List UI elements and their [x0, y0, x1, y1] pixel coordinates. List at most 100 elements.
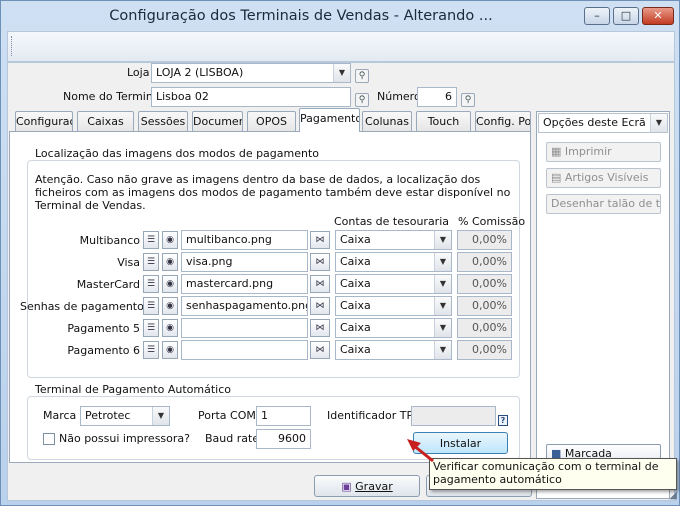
- comissao-field: 0,00%: [457, 340, 512, 360]
- numero-input[interactable]: 6: [417, 87, 457, 107]
- maximize-button[interactable]: □: [613, 7, 639, 25]
- tab-sessoes[interactable]: Sessões: [138, 111, 188, 131]
- conta-value: Caixa: [340, 277, 371, 290]
- list-icon[interactable]: ☰: [143, 253, 159, 271]
- chevron-down-icon[interactable]: ▼: [650, 114, 667, 132]
- camera-icon[interactable]: ◉: [162, 319, 178, 337]
- conta-combo[interactable]: Caixa ▼: [335, 274, 452, 294]
- tab-caixas[interactable]: Caixas: [77, 111, 134, 131]
- image-file-input[interactable]: visa.png: [181, 252, 308, 272]
- baud-rate-input[interactable]: 9600: [256, 429, 311, 449]
- image-file-input[interactable]: mastercard.png: [181, 274, 308, 294]
- image-file-input[interactable]: senhaspagamento.png: [181, 296, 308, 316]
- comissao-field: 0,00%: [457, 274, 512, 294]
- payment-label: MasterCard: [76, 278, 140, 291]
- tab-opos[interactable]: OPOS: [247, 111, 296, 131]
- list-icon[interactable]: ☰: [143, 297, 159, 315]
- tab-strip: Configuraç Caixas Sessões Documento OPOS…: [9, 108, 531, 133]
- chevron-down-icon[interactable]: ▼: [434, 253, 451, 271]
- pagamento-panel: Localização das imagens dos modos de pag…: [9, 131, 531, 463]
- bowtie-icon[interactable]: ⋈: [310, 275, 330, 293]
- nome-terminal-label: Nome do Terminal: [63, 90, 163, 103]
- toolbar: [7, 31, 675, 62]
- main-window: Configuração dos Terminais de Vendas - A…: [0, 0, 680, 506]
- bowtie-icon[interactable]: ⋈: [310, 341, 330, 359]
- image-file-input[interactable]: multibanco.png: [181, 230, 308, 250]
- list-icon[interactable]: ☰: [143, 319, 159, 337]
- tab-config-portas[interactable]: Config. Port: [475, 111, 531, 131]
- resize-grip-icon[interactable]: ◢: [663, 489, 677, 503]
- comissao-field: 0,00%: [457, 296, 512, 316]
- search-icon[interactable]: ⚲: [355, 93, 369, 107]
- list-icon[interactable]: ☰: [143, 231, 159, 249]
- numero-label: Número: [377, 90, 421, 103]
- camera-icon[interactable]: ◉: [162, 297, 178, 315]
- loja-label: Loja: [127, 66, 150, 79]
- payment-rows: Multibanco ☰ ◉ multibanco.png ⋈ Caixa ▼ 0…: [10, 230, 530, 362]
- conta-combo[interactable]: Caixa ▼: [335, 318, 452, 338]
- tab-pagamento[interactable]: Pagamento: [299, 108, 360, 132]
- chevron-down-icon[interactable]: ▼: [333, 64, 350, 82]
- conta-value: Caixa: [340, 343, 371, 356]
- conta-value: Caixa: [340, 321, 371, 334]
- bowtie-icon[interactable]: ⋈: [310, 319, 330, 337]
- artigos-visiveis-label: Artigos Visíveis: [564, 171, 649, 184]
- gravar-button[interactable]: ▣ Gravar: [314, 475, 420, 497]
- chevron-down-icon[interactable]: ▼: [434, 297, 451, 315]
- payment-label: Multibanco: [79, 234, 140, 247]
- chevron-down-icon[interactable]: ▼: [434, 341, 451, 359]
- bowtie-icon[interactable]: ⋈: [310, 231, 330, 249]
- help-icon[interactable]: ?: [498, 415, 508, 426]
- search-icon[interactable]: ⚲: [355, 69, 369, 83]
- conta-value: Caixa: [340, 233, 371, 246]
- minimize-button[interactable]: –: [584, 7, 610, 25]
- conta-combo[interactable]: Caixa ▼: [335, 296, 452, 316]
- chevron-down-icon[interactable]: ▼: [434, 319, 451, 337]
- conta-value: Caixa: [340, 299, 371, 312]
- section-title-imagens: Localização das imagens dos modos de pag…: [35, 147, 320, 160]
- artigos-visiveis-button: ▤ Artigos Visíveis: [546, 168, 661, 188]
- chevron-down-icon[interactable]: ▼: [152, 407, 169, 425]
- close-button[interactable]: ✕: [642, 7, 674, 25]
- nome-terminal-input[interactable]: Lisboa 02: [151, 87, 351, 107]
- bowtie-icon[interactable]: ⋈: [310, 297, 330, 315]
- conta-value: Caixa: [340, 255, 371, 268]
- window-title: Configuração dos Terminais de Vendas - A…: [109, 8, 493, 24]
- section-title-tpa: Terminal de Pagamento Automático: [35, 383, 231, 396]
- tab-configuracao[interactable]: Configuraç: [15, 111, 73, 131]
- options-title: Opções deste Ecrã: [543, 116, 646, 129]
- marca-combo[interactable]: Petrotec ▼: [80, 406, 170, 426]
- baud-rate-label: Baud rate: [205, 432, 260, 445]
- tab-colunas[interactable]: Colunas: [362, 111, 412, 131]
- payment-label: Visa: [117, 256, 140, 269]
- conta-combo[interactable]: Caixa ▼: [335, 230, 452, 250]
- desenhar-talao-button: Desenhar talão de troca: [546, 194, 661, 214]
- comissao-field: 0,00%: [457, 318, 512, 338]
- bowtie-icon[interactable]: ⋈: [310, 253, 330, 271]
- conta-combo[interactable]: Caixa ▼: [335, 340, 452, 360]
- identificador-tpa-input[interactable]: [411, 406, 496, 426]
- payment-label: Pagamento 5: [67, 322, 140, 335]
- list-icon[interactable]: ☰: [143, 275, 159, 293]
- col-header-comissao: % Comissão: [458, 215, 526, 228]
- loja-combo[interactable]: LOJA 2 (LISBOA) ▼: [151, 63, 351, 83]
- image-file-input[interactable]: [181, 340, 308, 360]
- marca-label: Marca: [43, 409, 77, 422]
- camera-icon[interactable]: ◉: [162, 275, 178, 293]
- conta-combo[interactable]: Caixa ▼: [335, 252, 452, 272]
- grid-icon: ▤: [551, 171, 565, 184]
- camera-icon[interactable]: ◉: [162, 341, 178, 359]
- image-file-input[interactable]: [181, 318, 308, 338]
- camera-icon[interactable]: ◉: [162, 253, 178, 271]
- list-icon[interactable]: ☰: [143, 341, 159, 359]
- chevron-down-icon[interactable]: ▼: [434, 275, 451, 293]
- no-printer-checkbox[interactable]: [43, 433, 55, 445]
- tab-touch[interactable]: Touch: [416, 111, 471, 131]
- tab-documento[interactable]: Documento: [192, 111, 243, 131]
- save-icon: ▣: [341, 480, 356, 493]
- options-combo[interactable]: Opções deste Ecrã ▼: [538, 113, 668, 133]
- chevron-down-icon[interactable]: ▼: [434, 231, 451, 249]
- camera-icon[interactable]: ◉: [162, 231, 178, 249]
- porta-com-input[interactable]: 1: [256, 406, 311, 426]
- search-icon[interactable]: ⚲: [461, 93, 475, 107]
